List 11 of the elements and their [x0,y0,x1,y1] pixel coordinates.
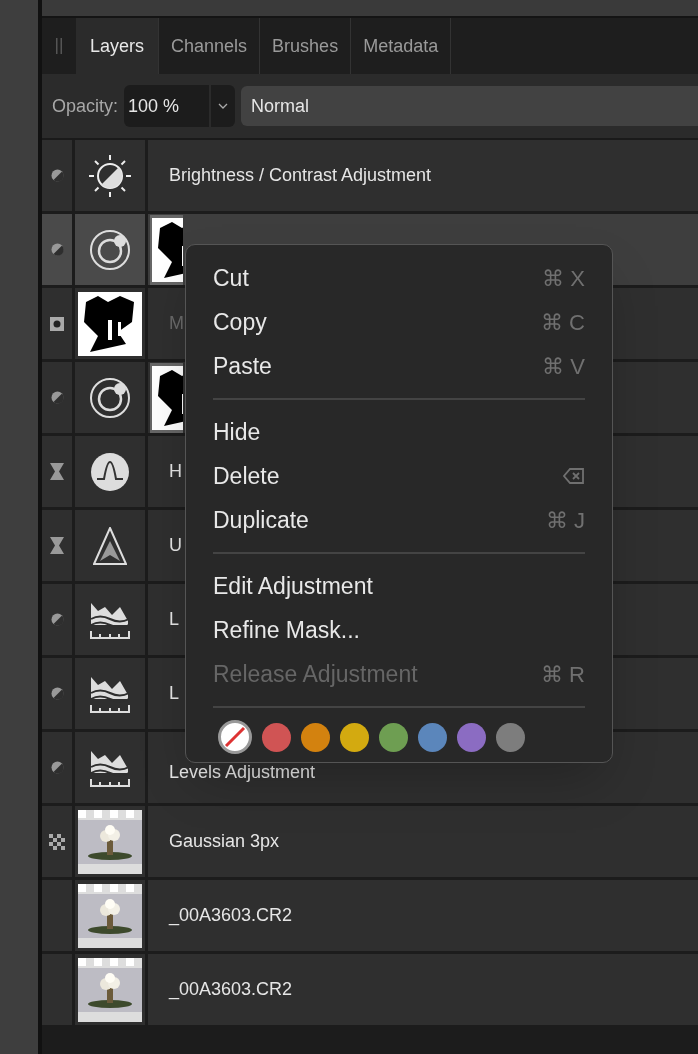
layer-name: _00A3603.CR2 [169,904,293,928]
layer-name: L [169,682,179,705]
layer-name: _00A3603.CR2 [169,978,293,1002]
layer-name: Levels Adjustment [169,761,316,784]
layer-name: H [169,460,182,483]
layer-name: Brightness / Contrast Adjustment [169,164,432,187]
layer-name: L [169,608,179,631]
layer-name: Gaussian 3px [169,830,280,853]
layer-name: U [169,534,182,557]
layer-name: M [169,312,184,335]
opacity-label: Opacity: [52,94,119,118]
